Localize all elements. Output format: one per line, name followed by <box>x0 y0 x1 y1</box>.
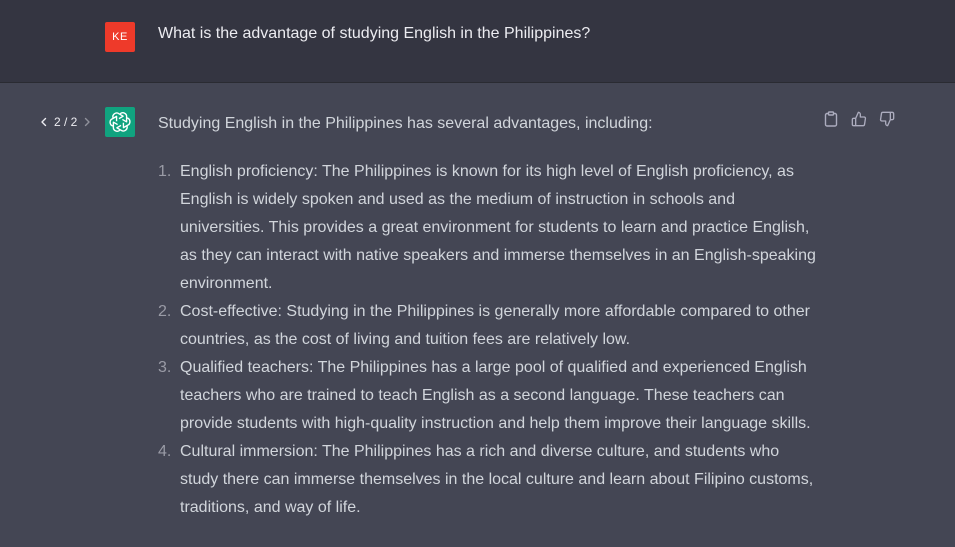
list-item: 4. Cultural immersion: The Philippines h… <box>158 438 818 522</box>
list-item: 1. English proficiency: The Philippines … <box>158 158 818 298</box>
thumbs-up-icon[interactable] <box>850 110 868 128</box>
clipboard-icon[interactable] <box>822 110 840 128</box>
response-actions <box>822 110 896 128</box>
list-item-number: 4. <box>158 443 172 460</box>
openai-logo-icon <box>109 112 131 132</box>
response-pager: 2 / 2 <box>40 113 91 131</box>
list-item: 2. Cost-effective: Studying in the Phili… <box>158 298 818 354</box>
thumbs-down-icon[interactable] <box>878 110 896 128</box>
response-list: 1. English proficiency: The Philippines … <box>158 158 818 522</box>
list-item-number: 2. <box>158 303 172 320</box>
list-item-text: Qualified teachers: The Philippines has … <box>180 359 811 432</box>
assistant-response: Studying English in the Philippines has … <box>158 110 818 522</box>
pager-count: 2 / 2 <box>54 115 78 129</box>
assistant-avatar <box>105 107 135 137</box>
user-message-text: What is the advantage of studying Englis… <box>158 25 591 42</box>
list-item-number: 3. <box>158 359 172 376</box>
list-item-text: Cultural immersion: The Philippines has … <box>180 443 814 516</box>
chevron-left-icon[interactable] <box>40 117 48 127</box>
response-intro: Studying English in the Philippines has … <box>158 115 653 132</box>
list-item-text: Cost-effective: Studying in the Philippi… <box>180 303 810 348</box>
chevron-right-icon[interactable] <box>83 117 91 127</box>
list-item: 3. Qualified teachers: The Philippines h… <box>158 354 818 438</box>
list-item-number: 1. <box>158 163 172 180</box>
user-message-row: KE What is the advantage of studying Eng… <box>0 0 955 83</box>
list-item-text: English proficiency: The Philippines is … <box>180 163 816 292</box>
user-avatar: KE <box>105 22 135 52</box>
